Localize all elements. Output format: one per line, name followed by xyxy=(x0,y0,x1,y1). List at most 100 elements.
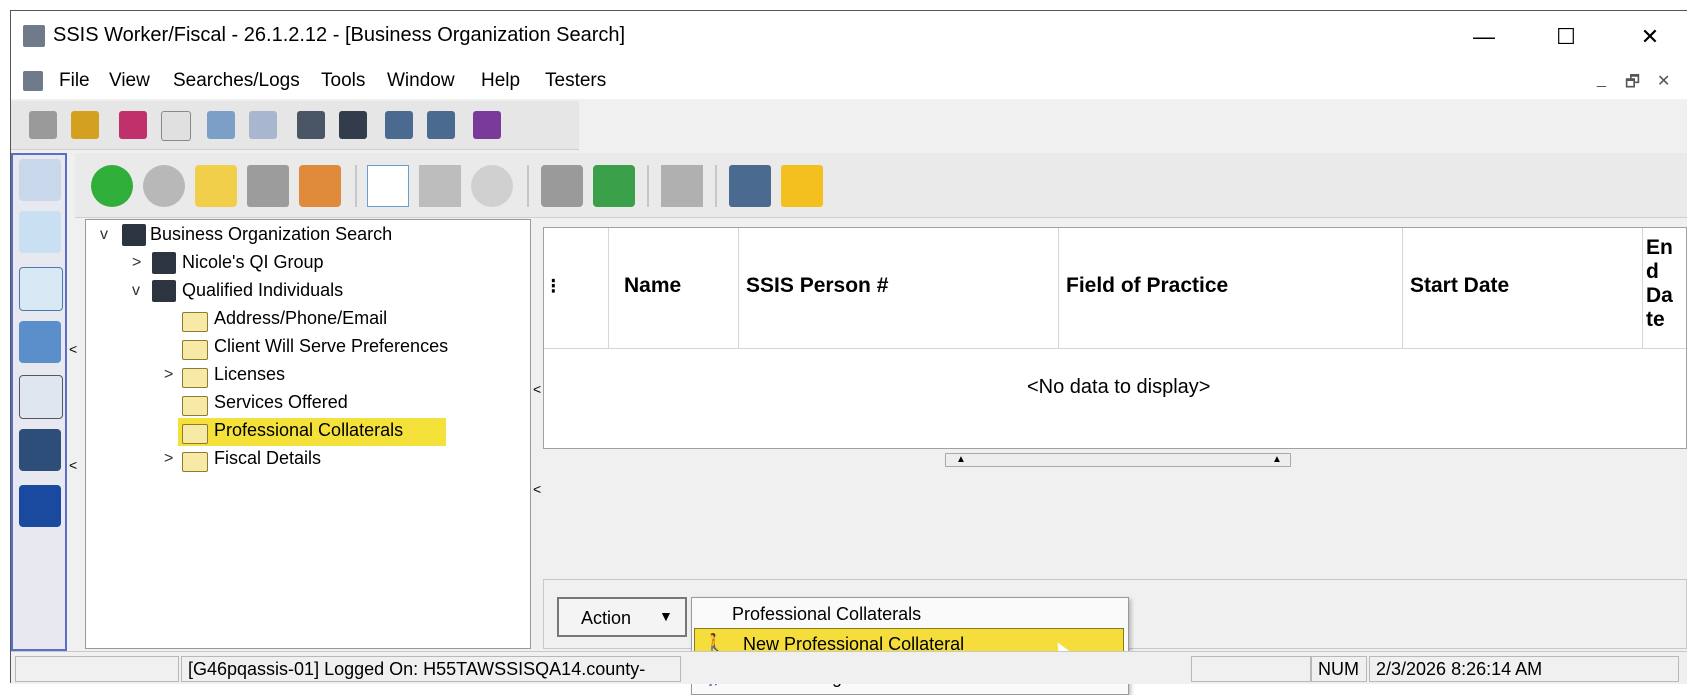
collapse-icon[interactable]: v xyxy=(132,282,140,300)
minimize-button[interactable]: — xyxy=(1461,17,1507,57)
app-window: SSIS Worker/Fiscal - 26.1.2.12 - [Busine… xyxy=(10,10,1687,695)
quick-toolbar xyxy=(11,101,579,150)
action-button-label: Action xyxy=(581,608,632,628)
hand-icon[interactable] xyxy=(161,111,191,141)
search-records-icon[interactable] xyxy=(249,111,277,139)
tree-item-address-phone-email[interactable]: Address/Phone/Email xyxy=(214,308,387,334)
expand-icon[interactable]: > xyxy=(132,254,141,272)
status-cell-empty xyxy=(1191,656,1311,682)
mdi-close-button[interactable]: ✕ xyxy=(1657,71,1670,91)
window-title: SSIS Worker/Fiscal - 26.1.2.12 - [Busine… xyxy=(53,24,626,46)
collapse-left-icon[interactable]: < xyxy=(533,381,541,397)
column-header-ssis-person-number[interactable]: SSIS Person # xyxy=(738,228,1059,348)
back-icon[interactable] xyxy=(91,165,133,207)
tree-item-qualified-individuals[interactable]: Qualified Individuals xyxy=(182,280,343,306)
person-run-icon[interactable] xyxy=(19,211,61,253)
mdi-restore-button[interactable]: 🗗 xyxy=(1625,71,1640,98)
close-button[interactable]: ✕ xyxy=(1627,17,1673,57)
menu-tools[interactable]: Tools xyxy=(321,70,365,92)
forward-icon[interactable] xyxy=(143,165,185,207)
expand-icon[interactable]: > xyxy=(164,450,173,468)
tree-item-licenses[interactable]: Licenses xyxy=(214,364,285,390)
grid-selector-column[interactable]: ⁝ xyxy=(544,228,609,348)
menu-testers[interactable]: Testers xyxy=(545,70,606,92)
tree-item-fiscal-details[interactable]: Fiscal Details xyxy=(214,448,321,474)
column-header-end-date[interactable]: End Date xyxy=(1642,228,1686,348)
empty-grid-message: <No data to display> xyxy=(1027,376,1211,398)
tree-item-services-offered[interactable]: Services Offered xyxy=(214,392,348,418)
chevron-up-icon: ▲ xyxy=(1272,454,1282,465)
business-organization-icon xyxy=(152,252,176,274)
globe-icon[interactable] xyxy=(19,321,61,363)
document-icon xyxy=(23,71,43,91)
card-icon[interactable] xyxy=(19,375,63,419)
column-header-name[interactable]: Name xyxy=(608,228,739,348)
status-cell-empty xyxy=(15,656,179,682)
collapse-icon[interactable]: v xyxy=(100,226,108,244)
lightning-icon[interactable] xyxy=(781,165,823,207)
title-bar: SSIS Worker/Fiscal - 26.1.2.12 - [Busine… xyxy=(11,11,1687,63)
results-grid: ⁝ Name SSIS Person # Field of Practice S… xyxy=(543,227,1687,449)
key-off-icon[interactable] xyxy=(71,111,99,139)
maximize-button[interactable]: ☐ xyxy=(1543,17,1589,57)
collapse-left-icon[interactable]: < xyxy=(69,341,77,357)
save-icon[interactable] xyxy=(419,165,461,207)
calendar-icon[interactable] xyxy=(119,111,147,139)
menu-bar: File View Searches/Logs Tools Window Hel… xyxy=(11,63,1687,99)
mdi-minimize-button[interactable]: _ xyxy=(1597,71,1606,89)
minnesota-icon[interactable] xyxy=(19,485,61,527)
chevron-down-icon: ▼ xyxy=(659,608,673,624)
chevron-up-icon: ▲ xyxy=(956,454,966,465)
home-icon[interactable] xyxy=(299,165,341,207)
menu-help[interactable]: Help xyxy=(481,70,520,92)
folder-open-icon xyxy=(182,424,208,444)
collapse-left-icon[interactable]: < xyxy=(69,457,77,473)
business-organization-icon xyxy=(152,280,176,302)
bell-icon[interactable] xyxy=(29,111,57,139)
bookmark-icon[interactable] xyxy=(247,165,289,207)
folder-icon xyxy=(182,396,208,416)
tree-root[interactable]: Business Organization Search xyxy=(150,224,392,250)
menu-window[interactable]: Window xyxy=(387,70,455,92)
column-header-field-of-practice[interactable]: Field of Practice xyxy=(1058,228,1403,348)
fiscal-icon[interactable] xyxy=(19,429,61,471)
grid-splitter[interactable]: ▲ ▲ xyxy=(945,453,1291,467)
book-icon[interactable] xyxy=(473,111,501,139)
menu-searches-logs[interactable]: Searches/Logs xyxy=(173,70,300,92)
undo-icon[interactable] xyxy=(471,165,513,207)
people-icon[interactable] xyxy=(207,111,235,139)
navigation-toolbar xyxy=(75,153,1687,218)
folder-icon xyxy=(182,452,208,472)
form-icon[interactable] xyxy=(729,165,771,207)
status-num: NUM xyxy=(1311,656,1367,682)
menu-view[interactable]: View xyxy=(109,70,150,92)
navigation-tree: v Business Organization Search > Nicole'… xyxy=(85,219,531,649)
report-icon[interactable] xyxy=(385,111,413,139)
tree-item-professional-collaterals[interactable]: Professional Collaterals xyxy=(214,420,403,446)
menu-file[interactable]: File xyxy=(59,70,90,92)
report-alt-icon[interactable] xyxy=(427,111,455,139)
new-document-icon[interactable] xyxy=(367,165,409,207)
folder-icon xyxy=(182,312,208,332)
tree-item-nicoles-qi-group[interactable]: Nicole's QI Group xyxy=(182,252,324,278)
tree-item-client-will-serve-preferences[interactable]: Client Will Serve Preferences xyxy=(214,336,448,362)
person-search-icon[interactable] xyxy=(297,111,325,139)
context-menu-header: Professional Collaterals xyxy=(732,604,922,624)
business-organization-icon xyxy=(122,224,146,246)
print-icon[interactable] xyxy=(541,165,583,207)
folder-icon xyxy=(182,340,208,360)
column-header-start-date[interactable]: Start Date xyxy=(1402,228,1643,348)
collapse-left-icon[interactable]: < xyxy=(533,481,541,497)
navigation-dock xyxy=(11,153,67,651)
folder-icon xyxy=(182,368,208,388)
action-dropdown-button[interactable]: Action ▼ xyxy=(557,597,687,637)
organization-icon[interactable] xyxy=(339,111,367,139)
refresh-icon[interactable] xyxy=(593,165,635,207)
expand-icon[interactable]: > xyxy=(164,366,173,384)
magnifier-icon[interactable] xyxy=(19,159,61,201)
calculator-icon[interactable] xyxy=(19,267,63,311)
open-folder-icon[interactable] xyxy=(195,165,237,207)
app-icon xyxy=(23,25,45,47)
status-bar: [G46pqassis-01] Logged On: H55TAWSSISQA1… xyxy=(11,651,1687,684)
delete-document-icon[interactable] xyxy=(661,165,703,207)
